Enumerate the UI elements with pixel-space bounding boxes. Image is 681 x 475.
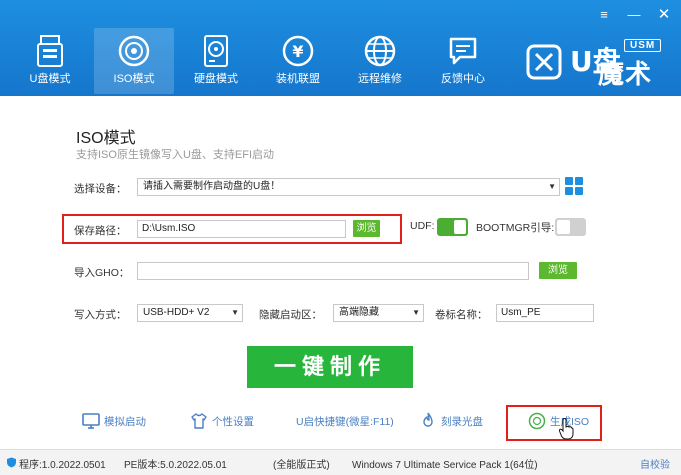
nav-tab-label: 反馈中心 bbox=[441, 73, 485, 85]
udf-toggle[interactable] bbox=[437, 218, 468, 236]
write-mode-label: 写入方式： bbox=[74, 309, 127, 321]
close-icon[interactable]: ✕ bbox=[656, 7, 672, 22]
hide-partition-select[interactable]: 高端隐藏 ▼ bbox=[333, 304, 424, 322]
nav-tab-usb-mode[interactable]: U盘模式 bbox=[10, 28, 90, 94]
header-bar: ≡ — ✕ U盘模式 ISO模式 硬盘模式 ¥ 装机联盟 远程维修 反馈中心 U… bbox=[0, 0, 681, 126]
bootmgr-label: BOOTMGR引导: bbox=[476, 222, 555, 234]
udf-label: UDF: bbox=[410, 220, 435, 232]
nav-tab-remote-repair[interactable]: 远程维修 bbox=[340, 28, 420, 94]
disc-icon bbox=[528, 412, 546, 430]
tool-label: 个性设置 bbox=[212, 416, 254, 428]
save-path-browse-button[interactable]: 浏览 bbox=[353, 220, 380, 237]
chat-icon bbox=[449, 37, 477, 65]
globe-icon bbox=[364, 35, 396, 67]
save-path-label: 保存路径： bbox=[74, 225, 127, 237]
nav-tab-install-union[interactable]: ¥ 装机联盟 bbox=[258, 28, 338, 94]
chevron-down-icon: ▼ bbox=[231, 308, 239, 317]
app-logo: U盘 USM 魔术师 bbox=[524, 36, 674, 126]
hide-partition-label: 隐藏启动区： bbox=[259, 309, 322, 321]
tool-label: U启快捷键(微星:F11) bbox=[296, 416, 394, 428]
monitor-icon bbox=[82, 413, 100, 429]
device-select[interactable]: 请插入需要制作启动盘的U盘！ ▼ bbox=[137, 178, 560, 196]
nav-tab-iso-mode[interactable]: ISO模式 bbox=[94, 28, 174, 94]
chevron-down-icon: ▼ bbox=[412, 308, 420, 317]
yuan-coin-icon: ¥ bbox=[282, 35, 314, 67]
gho-browse-button[interactable]: 浏览 bbox=[539, 262, 577, 279]
device-select-value: 请插入需要制作启动盘的U盘！ bbox=[143, 181, 281, 192]
minimize-icon[interactable]: — bbox=[626, 8, 642, 22]
shield-icon bbox=[7, 457, 16, 468]
page-subtitle: 支持ISO原生镜像写入U盘、支持EFI启动 bbox=[76, 149, 275, 161]
svg-text:¥: ¥ bbox=[292, 42, 303, 61]
hide-partition-value: 高端隐藏 bbox=[339, 307, 379, 318]
tshirt-icon bbox=[191, 413, 207, 429]
pe-version: PE版本:5.0.2022.05.01 bbox=[124, 460, 227, 471]
program-version: 程序:1.0.2022.0501 bbox=[19, 460, 106, 471]
nav-tab-label: ISO模式 bbox=[113, 73, 155, 85]
os-info: Windows 7 Ultimate Service Pack 1(64位) bbox=[352, 460, 538, 471]
write-mode-value: USB-HDD+ V2 bbox=[143, 307, 210, 318]
nav-tab-hdd-mode[interactable]: 硬盘模式 bbox=[176, 28, 256, 94]
nav-tab-label: 装机联盟 bbox=[276, 73, 320, 85]
make-bootable-button[interactable]: 一键制作 bbox=[247, 346, 413, 388]
hard-disk-icon bbox=[204, 35, 228, 67]
bootmgr-toggle[interactable] bbox=[555, 218, 586, 236]
tool-label: 模拟启动 bbox=[104, 416, 146, 428]
edition-text: (全能版正式) bbox=[273, 460, 330, 471]
nav-tab-feedback[interactable]: 反馈中心 bbox=[423, 28, 503, 94]
device-label: 选择设备： bbox=[74, 183, 127, 195]
nav-tab-label: 远程维修 bbox=[358, 73, 402, 85]
chevron-down-icon: ▼ bbox=[548, 182, 556, 191]
usb-drive-icon bbox=[37, 35, 63, 67]
menu-icon[interactable]: ≡ bbox=[596, 8, 612, 22]
volume-label-input[interactable]: Usm_PE bbox=[496, 304, 594, 322]
nav-tab-label: U盘模式 bbox=[29, 73, 71, 85]
device-grid-icon[interactable] bbox=[565, 177, 584, 196]
flame-icon bbox=[423, 412, 433, 427]
tool-label: 刻录光盘 bbox=[441, 416, 483, 428]
hand-cursor-icon bbox=[558, 418, 574, 440]
write-mode-select[interactable]: USB-HDD+ V2 ▼ bbox=[137, 304, 243, 322]
gho-input[interactable] bbox=[137, 262, 529, 280]
logo-badge: USM bbox=[624, 39, 662, 52]
save-path-input[interactable]: D:\Usm.ISO bbox=[137, 220, 346, 238]
usm-logo-mark-icon bbox=[526, 44, 562, 80]
nav-tab-label: 硬盘模式 bbox=[194, 73, 238, 85]
disc-icon bbox=[118, 35, 150, 67]
page-title: ISO模式 bbox=[76, 130, 136, 147]
gho-label: 导入GHO： bbox=[74, 267, 130, 279]
volume-label-label: 卷标名称： bbox=[435, 309, 488, 321]
self-check-link[interactable]: 自校验 bbox=[640, 456, 670, 471]
status-bar: 程序:1.0.2022.0501 PE版本:5.0.2022.05.01 (全能… bbox=[0, 449, 681, 475]
logo-name: 魔术师 bbox=[598, 59, 653, 126]
